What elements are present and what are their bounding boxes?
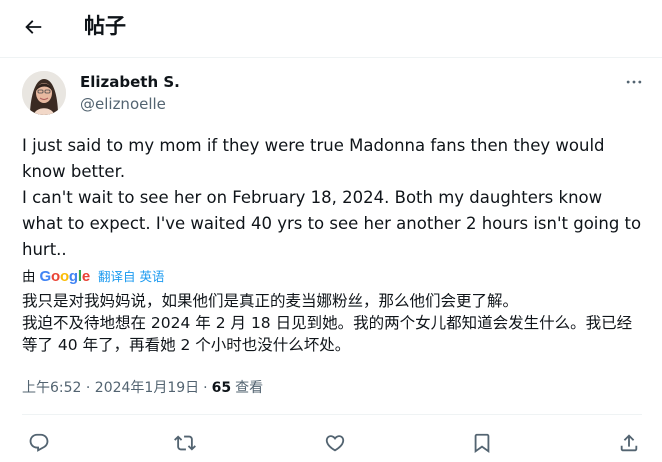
- timestamp[interactable]: 上午6:52 · 2024年1月19日: [22, 376, 199, 400]
- page-title: 帖子: [84, 14, 126, 38]
- actions-divider: [22, 414, 642, 415]
- bookmark-icon[interactable]: [469, 430, 495, 456]
- author-handle[interactable]: @eliznoelle: [80, 94, 166, 114]
- translated-text: 我只是对我妈妈说，如果他们是真正的麦当娜粉丝，那么他们会更了解。 我迫不及待地想…: [22, 292, 633, 354]
- meta-separator: ·: [203, 380, 208, 396]
- tweet-meta: 上午6:52 · 2024年1月19日 · 65 查看: [22, 376, 263, 400]
- google-logo: Google: [39, 268, 91, 285]
- retweet-icon[interactable]: [172, 430, 198, 456]
- translated-by: 由 Google 翻译自 英语: [22, 267, 164, 287]
- share-icon[interactable]: [616, 430, 642, 456]
- author-name[interactable]: Elizabeth S.: [80, 72, 180, 92]
- views-count: 65: [211, 380, 232, 396]
- reply-icon[interactable]: [26, 430, 52, 456]
- views-label: 查看: [235, 380, 264, 396]
- back-arrow-icon[interactable]: [22, 16, 44, 38]
- translated-by-label: 由: [22, 269, 36, 285]
- tweet-text: I just said to my mom if they were true …: [22, 136, 642, 259]
- header-divider: [0, 57, 662, 58]
- avatar[interactable]: [22, 71, 66, 115]
- translated-from-link[interactable]: 翻译自 英语: [98, 267, 164, 287]
- more-options-icon[interactable]: [624, 72, 644, 92]
- like-icon[interactable]: [322, 430, 348, 456]
